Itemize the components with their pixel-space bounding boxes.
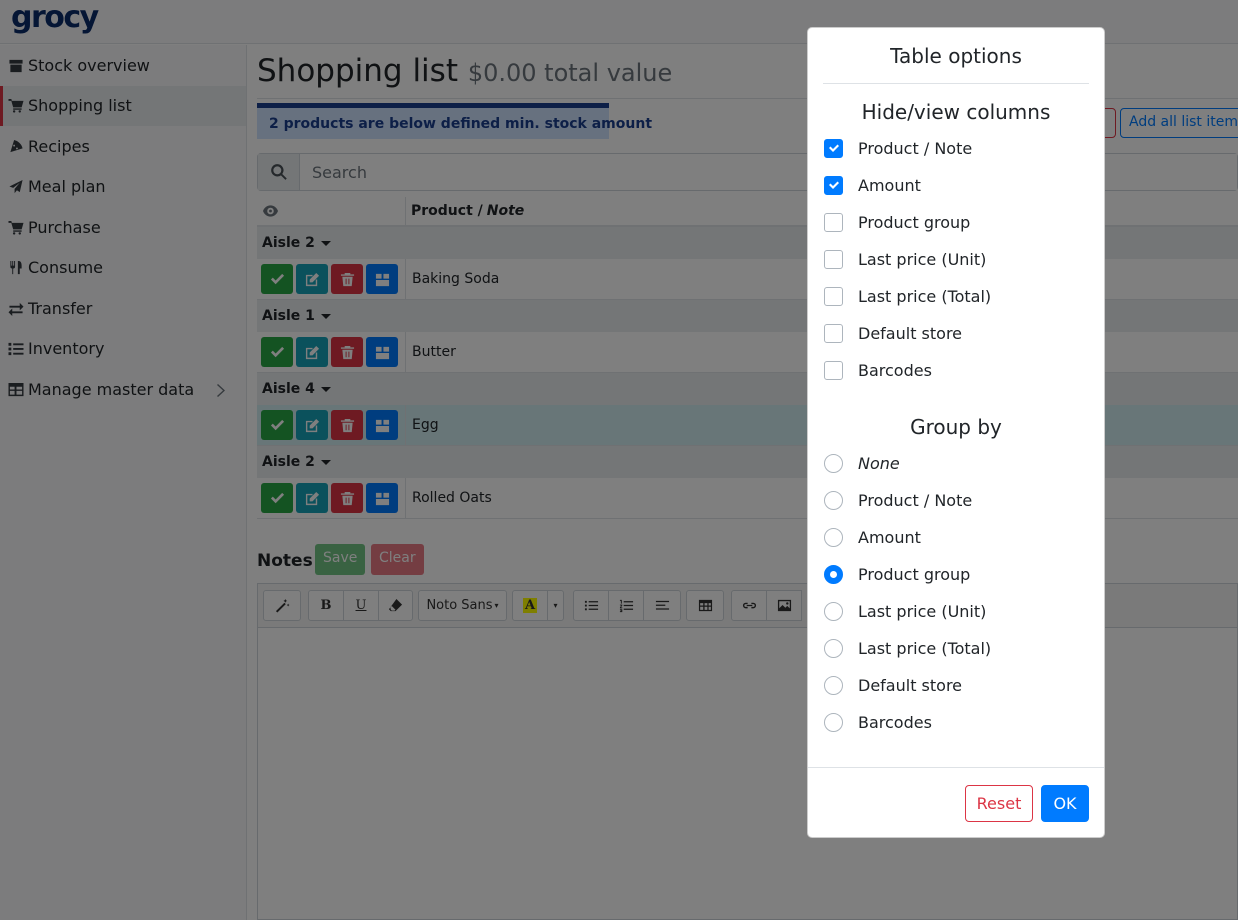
checkbox-label: Last price (Total) — [858, 286, 992, 306]
checkbox[interactable] — [824, 212, 843, 232]
radio[interactable] — [824, 564, 843, 584]
checkbox-label: Default store — [858, 323, 963, 343]
radio[interactable] — [824, 490, 843, 510]
checkbox-label: Barcodes — [858, 360, 932, 380]
hide-view-columns-title: Hide/view columns — [861, 100, 1051, 124]
column-toggle-product-note[interactable]: Product / Note — [824, 137, 972, 159]
column-toggle-barcodes[interactable]: Barcodes — [824, 359, 932, 381]
checkbox-label: Product group — [858, 212, 971, 232]
group-by-last-price-total[interactable]: Last price (Total) — [824, 637, 991, 659]
modal-footer-divider — [808, 767, 1104, 768]
check-icon — [828, 144, 839, 152]
column-toggle-amount[interactable]: Amount — [824, 174, 921, 196]
group-by-default-store[interactable]: Default store — [824, 674, 962, 696]
check-icon — [828, 181, 839, 189]
group-by-last-price-unit[interactable]: Last price (Unit) — [824, 600, 986, 622]
column-toggle-last-price-unit[interactable]: Last price (Unit) — [824, 248, 986, 270]
checkbox-label: Amount — [858, 175, 921, 195]
radio-label: Last price (Total) — [858, 638, 992, 658]
checkbox[interactable] — [824, 249, 843, 269]
column-toggle-product-group[interactable]: Product group — [824, 211, 970, 233]
group-by-product-note[interactable]: Product / Note — [824, 489, 972, 511]
column-toggle-default-store[interactable]: Default store — [824, 322, 962, 344]
column-toggle-last-price-total[interactable]: Last price (Total) — [824, 285, 991, 307]
radio[interactable] — [824, 601, 843, 621]
group-by-title: Group by — [910, 415, 1002, 439]
group-by-barcodes[interactable]: Barcodes — [824, 711, 932, 733]
checkbox[interactable] — [824, 138, 843, 158]
radio[interactable] — [824, 638, 843, 658]
radio-label: Barcodes — [858, 712, 932, 732]
radio[interactable] — [824, 453, 843, 473]
checkbox-label: Product / Note — [858, 138, 973, 158]
radio-label: None — [858, 453, 900, 473]
modal-divider — [823, 83, 1089, 84]
radio[interactable] — [824, 527, 843, 547]
radio-label: Last price (Unit) — [858, 601, 987, 621]
radio[interactable] — [824, 675, 843, 695]
checkbox[interactable] — [824, 286, 843, 306]
ok-button[interactable]: OK — [1041, 785, 1089, 822]
checkbox[interactable] — [824, 323, 843, 343]
modal-title: Table options — [890, 44, 1022, 68]
checkbox[interactable] — [824, 360, 843, 380]
radio-label: Product / Note — [858, 490, 973, 510]
checkbox-label: Last price (Unit) — [858, 249, 987, 269]
group-by-none[interactable]: None — [824, 452, 900, 474]
radio[interactable] — [824, 712, 843, 732]
reset-button[interactable]: Reset — [965, 785, 1033, 822]
radio-label: Product group — [858, 564, 971, 584]
group-by-amount[interactable]: Amount — [824, 526, 921, 548]
radio-label: Default store — [858, 675, 963, 695]
table-options-modal: Table options Hide/view columns Product … — [807, 27, 1105, 838]
checkbox[interactable] — [824, 175, 843, 195]
group-by-product-group[interactable]: Product group — [824, 563, 970, 585]
radio-label: Amount — [858, 527, 921, 547]
